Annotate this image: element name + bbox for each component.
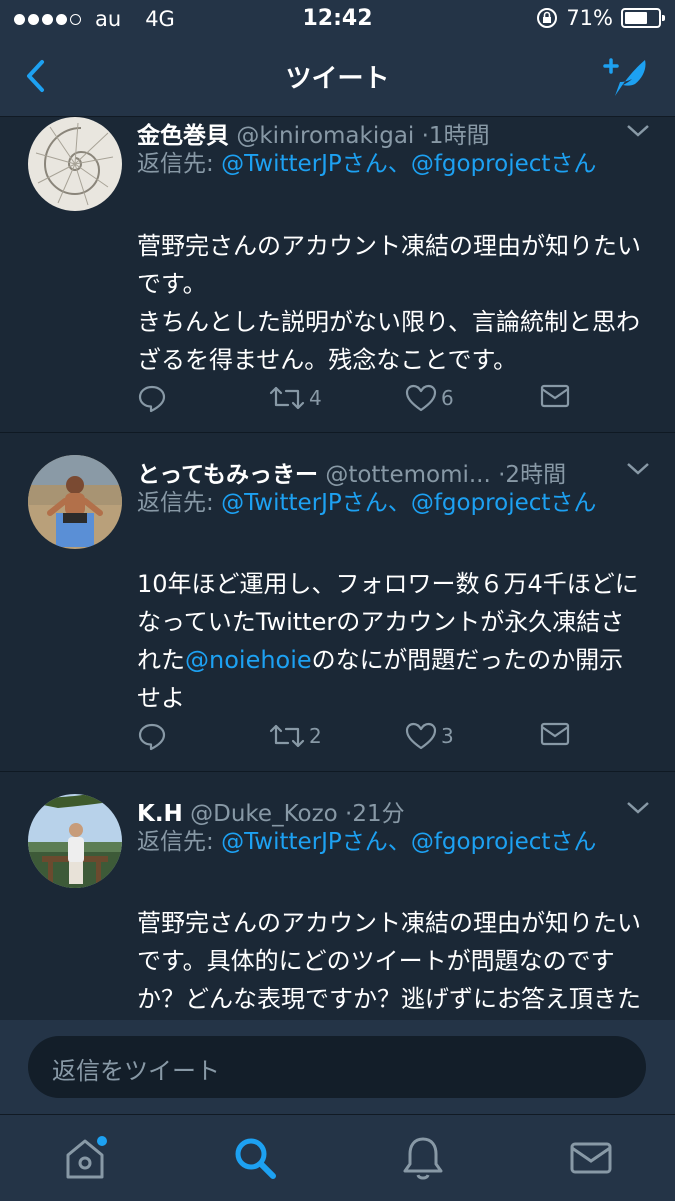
reply-button[interactable]	[137, 721, 167, 751]
direct-message-button[interactable]	[540, 721, 570, 747]
like-button[interactable]: 3	[405, 721, 454, 751]
status-bar: au 4G 12:42 71%	[0, 0, 675, 38]
direct-message-button[interactable]	[540, 383, 570, 409]
mention-link[interactable]: @fgoprojectさん	[411, 490, 597, 516]
search-icon[interactable]	[230, 1133, 280, 1183]
reply-context: 返信先: @TwitterJPさん、@fgoprojectさん	[137, 145, 645, 183]
orientation-lock-icon	[537, 8, 558, 28]
reply-separator: 、	[387, 490, 411, 516]
envelope-icon	[540, 384, 570, 408]
avatar[interactable]	[28, 117, 122, 211]
reply-prefix: 返信先:	[137, 829, 222, 855]
messages-envelope-icon[interactable]	[566, 1133, 616, 1183]
like-count: 3	[441, 724, 454, 748]
navigation-bar: ツイート	[0, 38, 675, 117]
battery-percentage: 71%	[566, 6, 613, 30]
retweet-count: 2	[309, 724, 322, 748]
mention-link[interactable]: @fgoprojectさん	[411, 829, 597, 855]
mention-link[interactable]: @TwitterJPさん	[221, 151, 388, 177]
like-count: 6	[441, 386, 454, 410]
heart-icon	[405, 384, 437, 412]
reply-separator: 、	[387, 829, 411, 855]
heart-icon	[405, 722, 437, 750]
tweet[interactable]: K.H @Duke_Kozo ·21分 返信先: @TwitterJPさん、@f…	[0, 772, 675, 1020]
replies-feed[interactable]: 金色巻貝 @kiniromakigai ·1時間 返信先: @TwitterJP…	[0, 117, 675, 1020]
tweet-actions: 2 3	[137, 721, 577, 755]
reply-input[interactable]: 返信をツイート	[28, 1036, 646, 1098]
reply-prefix: 返信先:	[137, 490, 222, 516]
reply-icon	[138, 385, 166, 413]
reply-context: 返信先: @TwitterJPさん、@fgoprojectさん	[137, 823, 645, 861]
retweet-count: 4	[309, 386, 322, 410]
battery-icon	[621, 8, 665, 28]
mention-link[interactable]: @noiehoie	[185, 646, 312, 674]
notifications-bell-icon[interactable]	[398, 1133, 448, 1183]
tweet[interactable]: 金色巻貝 @kiniromakigai ·1時間 返信先: @TwitterJP…	[0, 117, 675, 433]
tweet-text: 菅野完さんのアカウント凍結の理由が知りたいです。 きちんとした説明がない限り、言…	[137, 232, 641, 374]
tweet-text: 菅野完さんのアカウント凍結の理由が知りたいです。具体的にどのツイートが問題なので…	[137, 909, 641, 1013]
retweet-button[interactable]: 2	[269, 721, 322, 751]
like-button[interactable]: 6	[405, 383, 454, 413]
envelope-icon	[540, 722, 570, 746]
notification-badge	[97, 1136, 107, 1146]
tab-bar	[0, 1114, 675, 1201]
home-icon[interactable]	[60, 1133, 110, 1183]
reply-composer-bar: 返信をツイート	[0, 1020, 675, 1114]
page-title: ツイート	[285, 64, 390, 94]
reply-placeholder: 返信をツイート	[52, 1057, 220, 1085]
reply-separator: 、	[387, 151, 411, 177]
tweet-text: 10年ほど運用し、フォロワー数６万4千ほどになっていたTwitterのアカウント…	[137, 565, 645, 717]
chevron-down-icon[interactable]	[625, 800, 651, 816]
mention-link[interactable]: @TwitterJPさん	[221, 490, 388, 516]
reply-prefix: 返信先:	[137, 151, 222, 177]
tweet-actions: 4 6	[137, 383, 577, 417]
retweet-icon	[269, 724, 305, 748]
chevron-down-icon[interactable]	[625, 461, 651, 477]
avatar[interactable]	[28, 455, 122, 549]
reply-icon	[138, 723, 166, 751]
tweet[interactable]: とってもみっきー @tottemomi... ·2時間 返信先: @Twitte…	[0, 433, 675, 772]
retweet-button[interactable]: 4	[269, 383, 322, 413]
avatar[interactable]	[28, 794, 122, 888]
compose-tweet-icon[interactable]	[601, 54, 651, 100]
retweet-icon	[269, 386, 305, 410]
reply-context: 返信先: @TwitterJPさん、@fgoprojectさん	[137, 484, 645, 522]
mention-link[interactable]: @TwitterJPさん	[221, 829, 388, 855]
reply-button[interactable]	[137, 383, 167, 413]
chevron-down-icon[interactable]	[625, 123, 651, 139]
mention-link[interactable]: @fgoprojectさん	[411, 151, 597, 177]
